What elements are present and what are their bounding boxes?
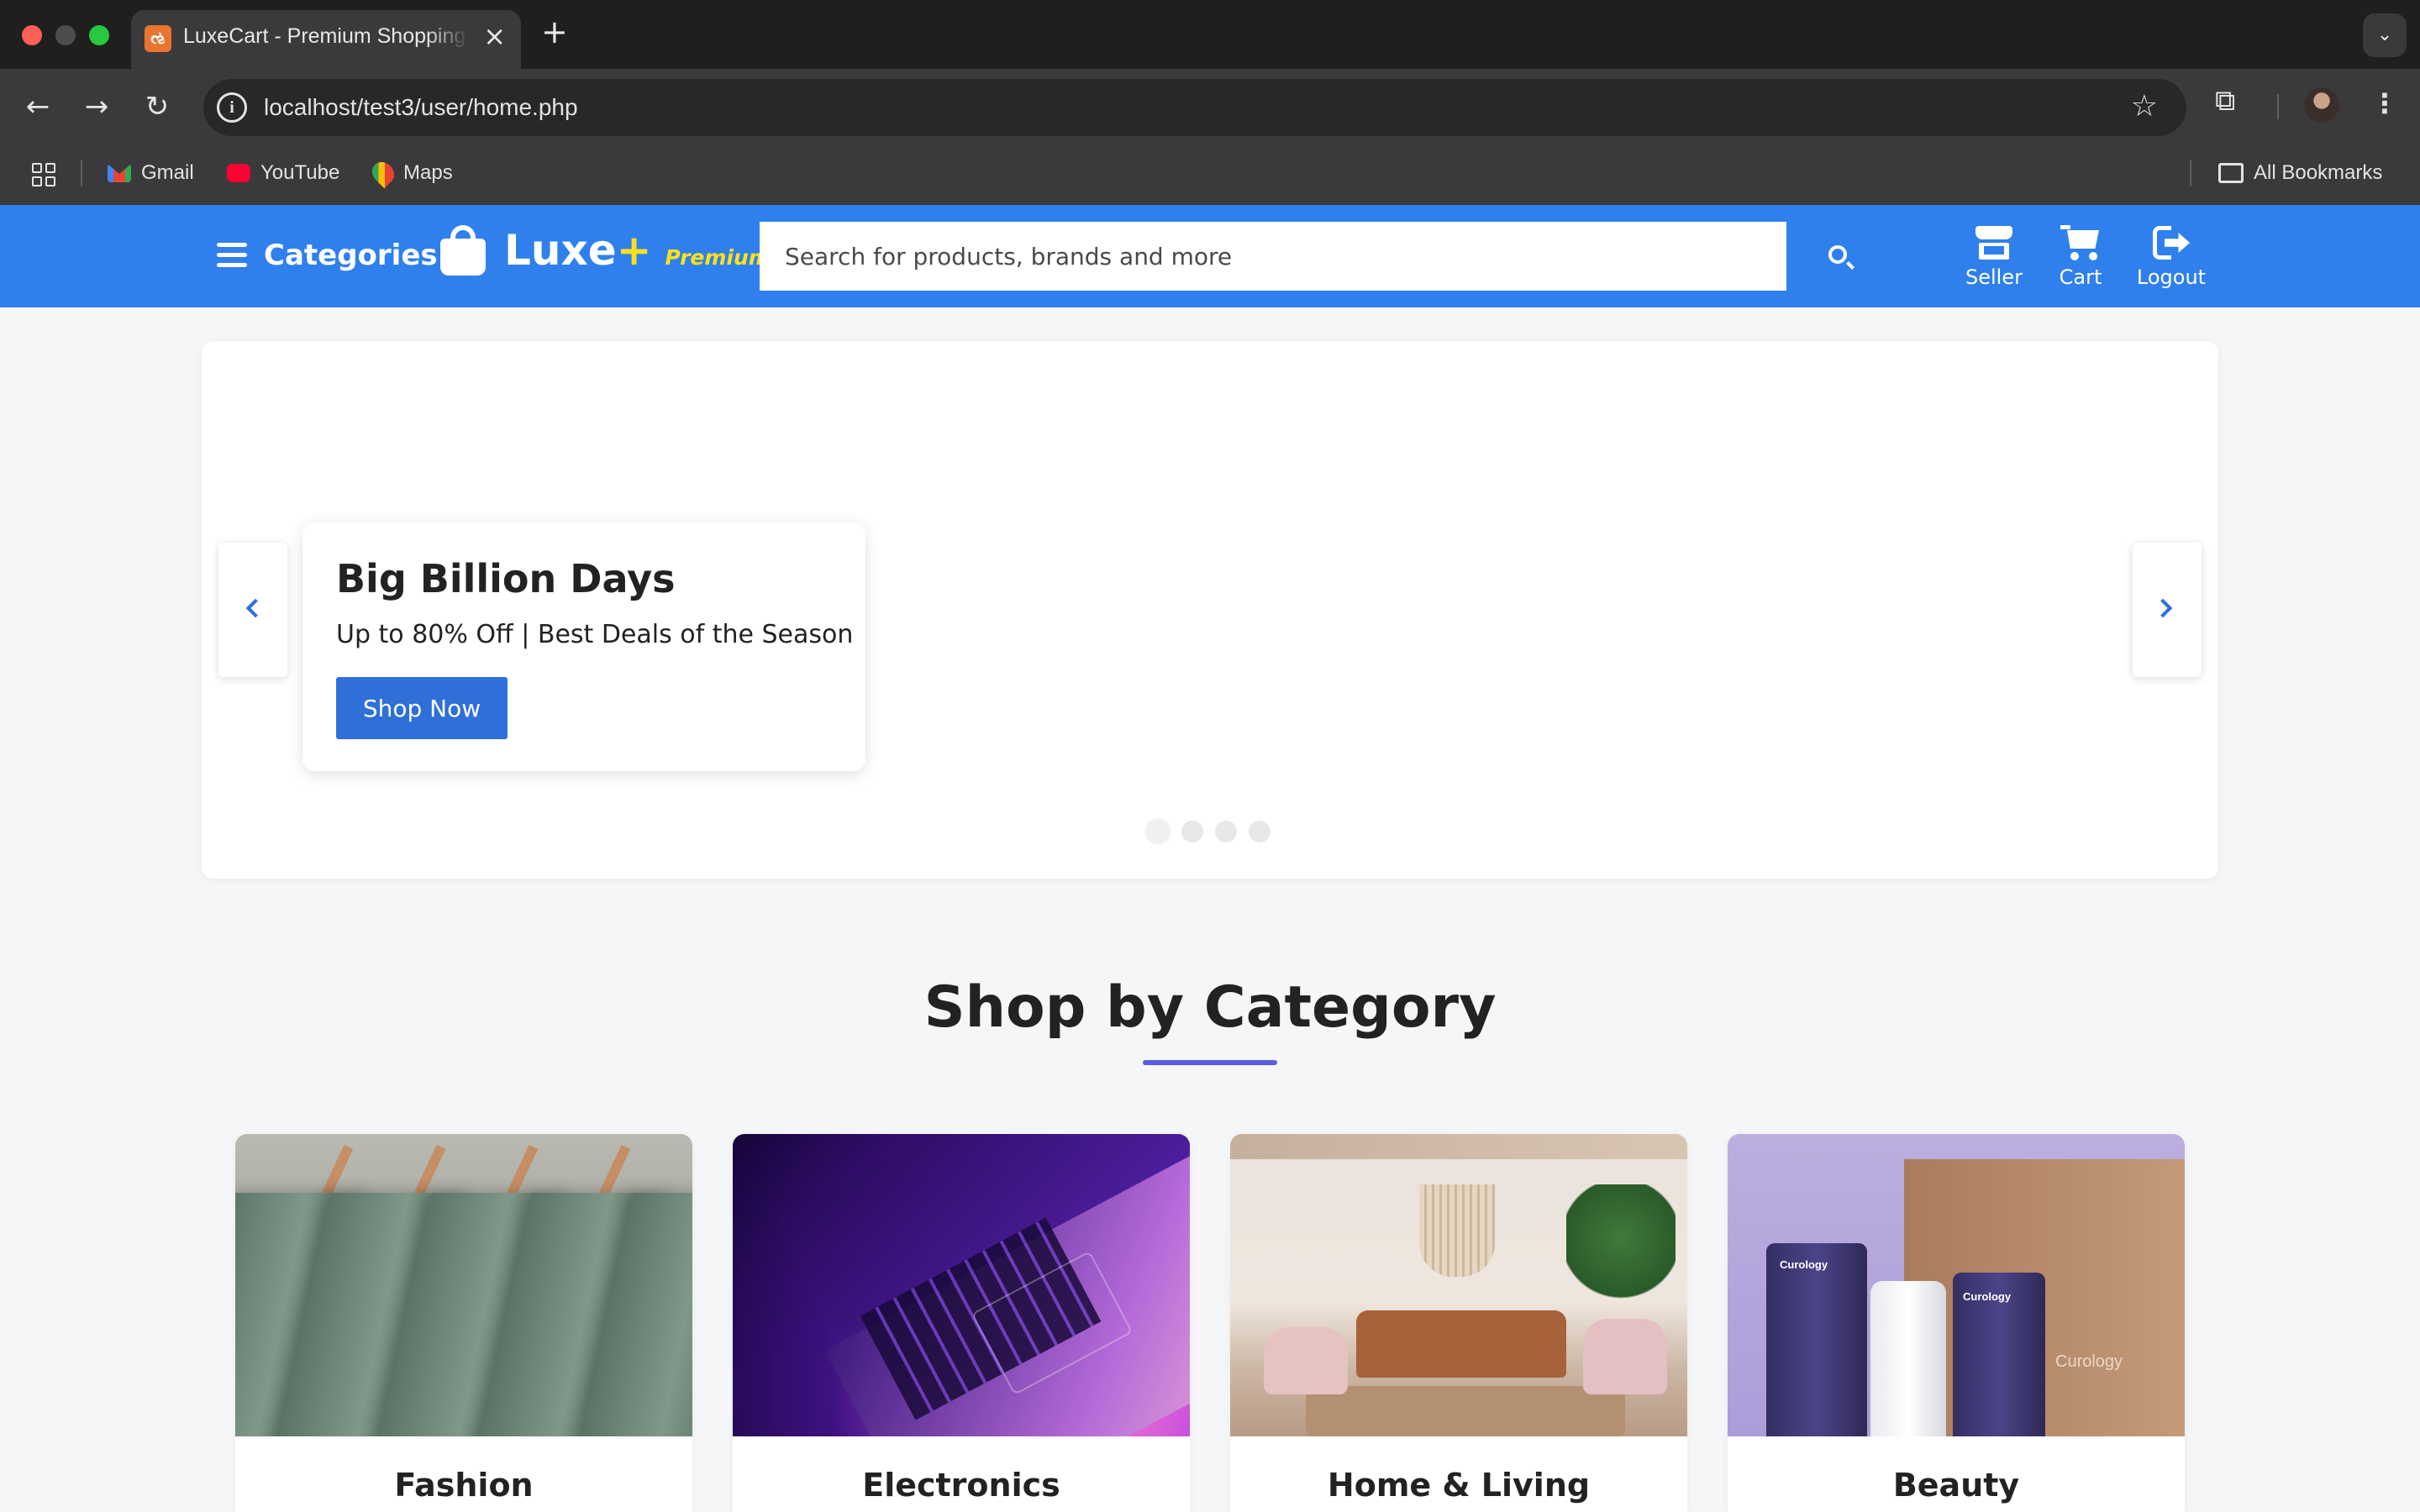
categories-button[interactable]: Categories (217, 239, 438, 272)
site-logo[interactable]: Luxe + Premium (440, 225, 771, 276)
category-image-fashion (235, 1134, 692, 1436)
tab-strip: ઌ LuxeCart - Premium Shopping × + ⌄ (0, 0, 2420, 69)
tab-title: LuxeCart - Premium Shopping (183, 24, 466, 48)
xampp-icon: ઌ (145, 25, 171, 52)
bookmarks-bar (0, 144, 2420, 205)
forward-arrow-icon[interactable]: → (77, 87, 116, 126)
category-card-home-living[interactable]: Home & Living (1230, 1134, 1687, 1512)
bookmark-label: YouTube (260, 161, 340, 184)
category-image-beauty: Curology Curology Curology (1728, 1134, 2185, 1436)
category-card-electronics[interactable]: Electronics (733, 1134, 1190, 1512)
apps-grid-icon[interactable] (32, 163, 55, 186)
logout-icon (2153, 226, 2190, 260)
tab-search-chevron-icon[interactable]: ⌄ (2363, 13, 2407, 57)
window-minimize-button[interactable] (55, 25, 76, 45)
bookmark-gmail[interactable]: Gmail (108, 161, 194, 185)
logo-premium-tag: Premium (665, 244, 771, 270)
category-image-electronics (733, 1134, 1190, 1436)
new-tab-icon[interactable]: + (541, 13, 568, 50)
carousel-dot-1[interactable] (1146, 820, 1170, 843)
bookmark-youtube[interactable]: YouTube (227, 161, 339, 185)
browser-toolbar: ← → ↻ i localhost/test3/user/home.php ☆ (0, 69, 2420, 144)
logo-text: Luxe (504, 226, 617, 275)
promo-card: Big Billion Days Up to 80% Off | Best De… (302, 522, 865, 771)
extensions-icon[interactable]: ⧉ (2215, 84, 2252, 121)
category-name: Electronics (862, 1467, 1060, 1504)
promo-subtitle: Up to 80% Off | Best Deals of the Season (336, 620, 854, 649)
carousel-dot-3[interactable] (1215, 821, 1237, 843)
browser-chrome: ઌ LuxeCart - Premium Shopping × + ⌄ ← → … (0, 0, 2420, 205)
categories-label: Categories (264, 239, 438, 272)
product-brand-mark: Curology (1963, 1290, 2012, 1303)
youtube-icon (227, 164, 250, 182)
back-arrow-icon[interactable]: ← (18, 87, 57, 126)
cart-label: Cart (2059, 265, 2102, 289)
all-bookmarks-label: All Bookmarks (2254, 161, 2383, 184)
address-url[interactable]: localhost/test3/user/home.php (264, 94, 578, 121)
search-input[interactable] (760, 222, 1786, 291)
folder-icon (2218, 163, 2244, 183)
bookmark-label: Gmail (141, 161, 194, 184)
promo-title: Big Billion Days (336, 556, 676, 601)
logout-label: Logout (2136, 265, 2207, 289)
search-icon (1828, 245, 1847, 264)
section-title: Shop by Category (923, 974, 1497, 1041)
category-name: Fashion (394, 1467, 534, 1504)
search-button[interactable] (1786, 222, 1894, 291)
reload-icon[interactable]: ↻ (138, 87, 176, 126)
shop-now-button[interactable]: Shop Now (336, 677, 508, 739)
gmail-icon (108, 164, 131, 182)
window-maximize-button[interactable] (89, 25, 109, 45)
category-name: Beauty (1892, 1467, 2020, 1504)
carousel-indicators (1146, 820, 1270, 843)
window-close-button[interactable] (22, 25, 42, 45)
bookmark-star-icon[interactable]: ☆ (2131, 89, 2158, 123)
carousel-dot-2[interactable] (1181, 821, 1203, 843)
search-bar (760, 222, 1894, 291)
category-name: Home & Living (1327, 1467, 1591, 1504)
all-bookmarks[interactable]: All Bookmarks (2218, 161, 2382, 185)
section-title-underline (1143, 1060, 1277, 1065)
logout-button[interactable]: Logout (2134, 223, 2208, 289)
tab-close-icon[interactable]: × (483, 20, 506, 52)
address-bar[interactable]: i localhost/test3/user/home.php ☆ (203, 79, 2186, 136)
category-card-beauty[interactable]: Curology Curology Curology Beauty (1728, 1134, 2185, 1512)
profile-avatar[interactable] (2304, 87, 2339, 123)
site-header: Categories Luxe + Premium Seller Cart Lo… (0, 205, 2420, 307)
carousel-prev-button[interactable] (218, 543, 287, 677)
cart-button[interactable]: Cart (2055, 223, 2106, 289)
seller-label: Seller (1965, 265, 2023, 289)
carousel-dot-4[interactable] (1249, 821, 1270, 843)
maps-icon (367, 157, 399, 189)
browser-tab-active[interactable]: ઌ LuxeCart - Premium Shopping × (131, 10, 521, 69)
toolbar-divider (2277, 94, 2279, 119)
bookmarks-divider (81, 160, 82, 186)
chevron-left-icon (245, 598, 266, 618)
category-image-home-living (1230, 1134, 1687, 1436)
product-brand-mark: Curology (1780, 1258, 1828, 1271)
site-info-icon[interactable]: i (217, 92, 247, 123)
bookmark-maps[interactable]: Maps (367, 157, 453, 189)
hero-carousel: Big Billion Days Up to 80% Off | Best De… (202, 341, 2218, 879)
hamburger-menu-icon (217, 243, 247, 268)
logo-plus: + (616, 226, 652, 275)
carousel-next-button[interactable] (2133, 543, 2202, 677)
bookmark-label: Maps (403, 161, 453, 184)
bookmarks-divider (2190, 160, 2191, 186)
browser-menu-icon[interactable]: ⋮ (2371, 87, 2398, 119)
cart-icon (2060, 225, 2101, 260)
store-icon (1975, 226, 2012, 260)
chevron-right-icon (2153, 598, 2173, 618)
seller-button[interactable]: Seller (1965, 223, 2023, 289)
category-card-fashion[interactable]: Fashion (235, 1134, 692, 1512)
box-brand-mark: Curology (2055, 1352, 2123, 1371)
shopping-bag-icon (440, 225, 486, 276)
